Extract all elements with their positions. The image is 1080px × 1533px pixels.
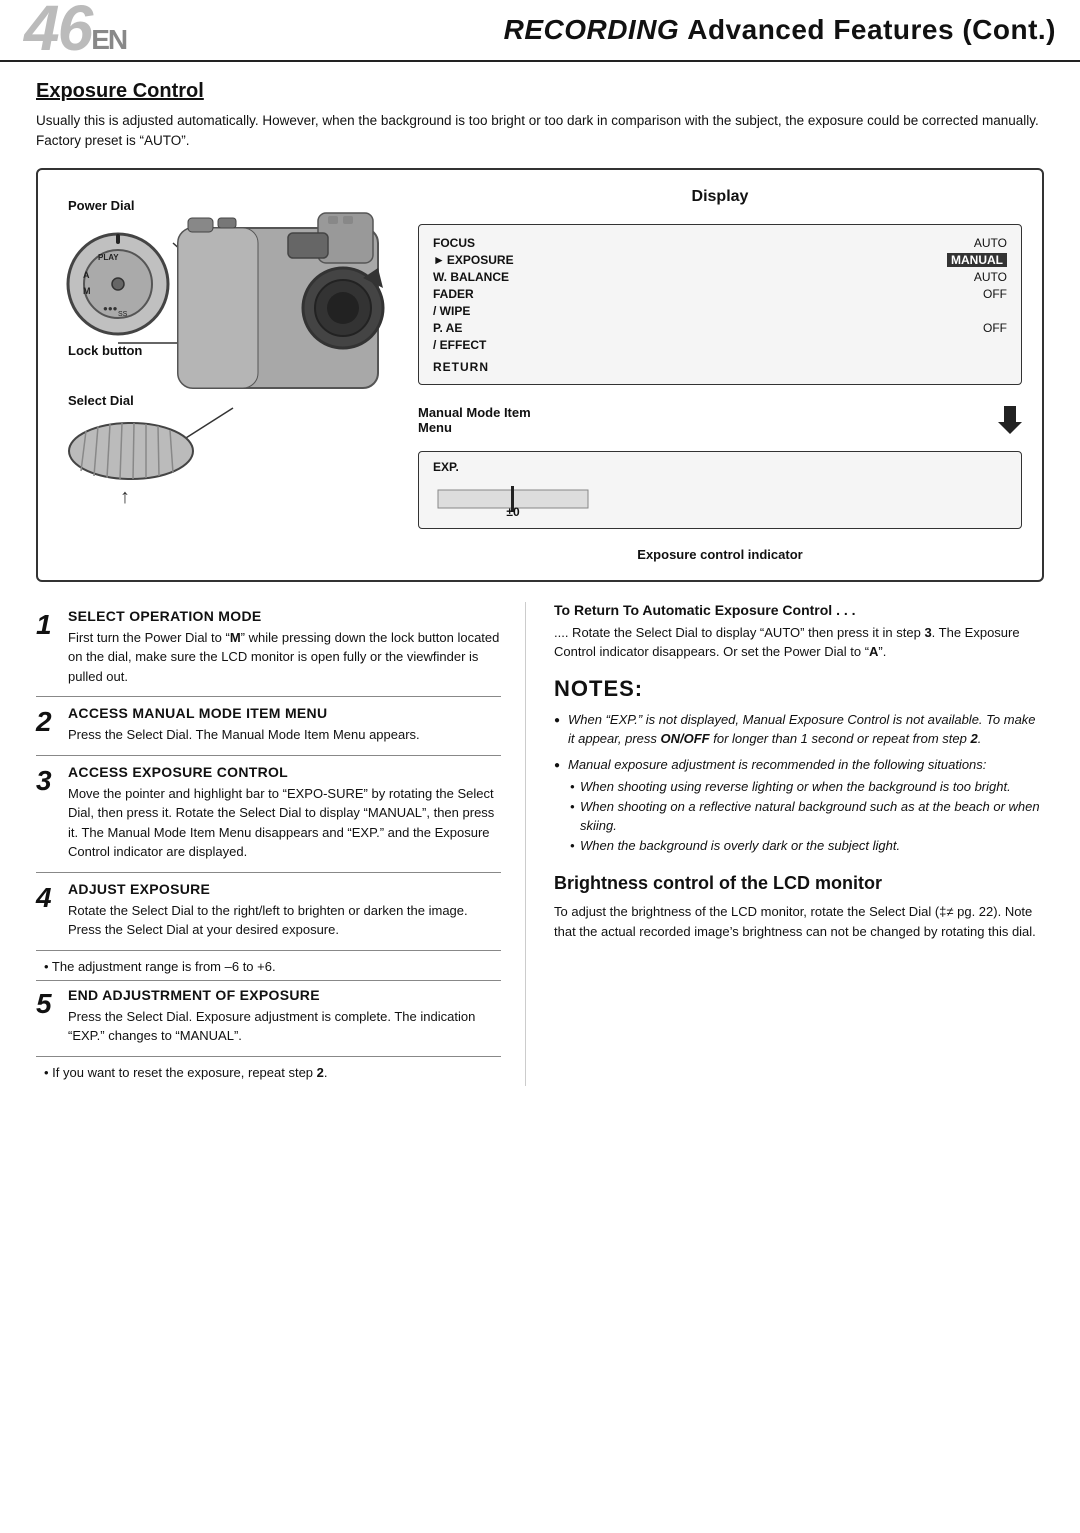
return-heading: To Return To Automatic Exposure Control … [554,602,1044,618]
svg-text:PLAY: PLAY [98,253,119,262]
display-menu: FOCUS AUTO ►EXPOSURE MANUAL W. BALANCE A… [418,224,1022,385]
steps-right: To Return To Automatic Exposure Control … [526,602,1044,1086]
step-3-title: ACCESS EXPOSURE CONTROL [68,764,501,780]
return-section: To Return To Automatic Exposure Control … [554,602,1044,662]
label-power-dial: Power Dial [68,198,134,213]
notes-section: NOTES: When “EXP.” is not displayed, Man… [554,676,1044,856]
menu-row-wbalance: W. BALANCE AUTO [433,269,1007,286]
menu-row-focus: FOCUS AUTO [433,235,1007,252]
diagram-left: Power Dial PLAY A M ●●● SS [58,188,398,508]
steps-left: 1 SELECT OPERATION MODE First turn the P… [36,602,526,1086]
exposure-indicator-label: Exposure control indicator [418,547,1022,562]
down-arrow-icon [998,406,1022,434]
note-2-sub-3: When the background is overly dark or th… [568,836,1044,856]
display-label: Display [418,188,1022,206]
step-5-body: Press the Select Dial. Exposure adjustme… [68,1007,501,1046]
page-number: 46EN [0,0,134,60]
step-4-bullet: • The adjustment range is from –6 to +6. [36,953,501,981]
menu-row-wipe: / WIPE [433,303,1007,320]
svg-text:±0: ±0 [506,505,520,519]
step-3: 3 ACCESS EXPOSURE CONTROL Move the point… [36,758,501,873]
step-5: 5 END ADJUSTRMENT OF EXPOSURE Press the … [36,981,501,1057]
step-4-title: ADJUST EXPOSURE [68,881,501,897]
label-select-dial: Select Dial [68,393,134,408]
diagram-box: Power Dial PLAY A M ●●● SS [36,168,1044,582]
power-dial-svg: PLAY A M ●●● SS [63,226,173,341]
menu-row-exposure: ►EXPOSURE MANUAL [433,252,1007,269]
step-2: 2 ACCESS MANUAL MODE ITEM MENU Press the… [36,699,501,756]
step-4: 4 ADJUST EXPOSURE Rotate the Select Dial… [36,875,501,951]
brightness-body: To adjust the brightness of the LCD moni… [554,902,1044,942]
step-1-body: First turn the Power Dial to “M” while p… [68,628,501,687]
steps-section: 1 SELECT OPERATION MODE First turn the P… [36,602,1044,1086]
brightness-heading: Brightness control of the LCD monitor [554,873,1044,894]
note-2-subitems: When shooting using reverse lighting or … [568,777,1044,855]
page-title: RECORDING Advanced Features (Cont.) [134,0,1080,60]
menu-row-fader: FADER OFF [433,286,1007,303]
svg-text:SS: SS [118,311,128,318]
svg-text:●●●: ●●● [103,304,118,313]
page-header: 46EN RECORDING Advanced Features (Cont.) [0,0,1080,62]
step-2-body: Press the Select Dial. The Manual Mode I… [68,725,501,745]
step-5-title: END ADJUSTRMENT OF EXPOSURE [68,987,501,1003]
step-2-title: ACCESS MANUAL MODE ITEM MENU [68,705,501,721]
notes-heading: NOTES: [554,676,1044,702]
camera-body-svg [168,208,408,438]
diagram-right: Display FOCUS AUTO ►EXPOSURE MANUAL W. B… [418,188,1022,562]
exp-box: EXP. ±0 [418,451,1022,529]
step-4-body: Rotate the Select Dial to the right/left… [68,901,501,940]
camera-area: Power Dial PLAY A M ●●● SS [58,188,398,508]
note-2: Manual exposure adjustment is recommende… [554,755,1044,856]
menu-row-effect: / EFFECT [433,337,1007,354]
step-5-bullet: • If you want to reset the exposure, rep… [36,1059,501,1086]
brightness-section: Brightness control of the LCD monitor To… [554,873,1044,942]
step-1-title: SELECT OPERATION MODE [68,608,501,624]
exp-title: EXP. [433,460,1007,474]
menu-return: RETURN [433,360,1007,374]
menu-row-pae: P. AE OFF [433,320,1007,337]
step-3-body: Move the pointer and highlight bar to “E… [68,784,501,862]
step-1: 1 SELECT OPERATION MODE First turn the P… [36,602,501,698]
svg-text:M: M [83,286,91,296]
return-body: .... Rotate the Select Dial to display “… [554,623,1044,662]
manual-mode-label: Manual Mode Item Menu [418,405,1022,435]
section-heading-exposure: Exposure Control [36,80,1044,103]
exp-scale-svg: ±0 [433,480,593,520]
label-lock-button: Lock button [68,343,142,358]
note-2-sub-1: When shooting using reverse lighting or … [568,777,1044,797]
svg-text:A: A [83,270,90,280]
note-2-sub-2: When shooting on a reflective natural ba… [568,797,1044,836]
notes-list: When “EXP.” is not displayed, Manual Exp… [554,710,1044,856]
main-content: Exposure Control Usually this is adjuste… [0,62,1080,1104]
note-1: When “EXP.” is not displayed, Manual Exp… [554,710,1044,749]
intro-text: Usually this is adjusted automatically. … [36,111,1044,152]
exp-scale: ±0 [433,480,1007,520]
select-dial-arrow: ↑ [120,486,130,509]
